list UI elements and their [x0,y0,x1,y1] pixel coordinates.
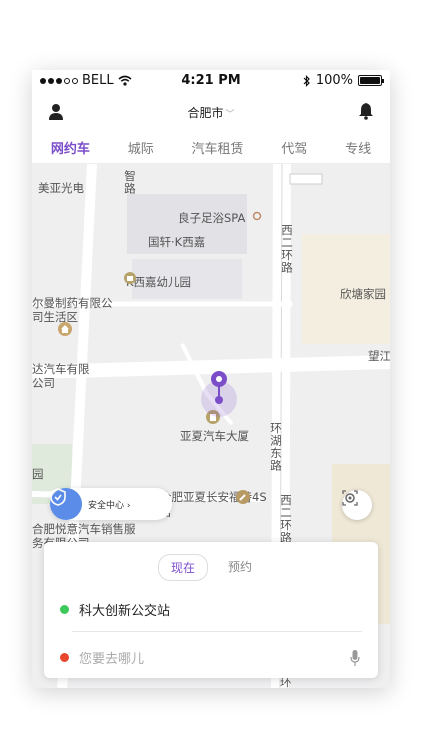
safety-center-label: 安全中心 [88,501,125,511]
road-huanhu: 环湖东路 [269,422,283,472]
mode-reserve[interactable]: 预约 [216,554,264,581]
city-label: 合肥市 [187,106,224,120]
poi-meiya: 美亚光电 [38,181,84,195]
chevron-down-icon: ﹀ [225,110,235,120]
poi-yuan: 园 [32,467,44,481]
bluetooth-icon [303,74,310,87]
destination-placeholder: 您要去哪儿 [79,651,145,667]
service-tabs: 网约车 城际 汽车租赁 代驾 专线 [32,132,390,164]
poi-yaxia-building: 亚夏汽车大厦 [180,429,249,443]
battery-percent: 100% [315,73,353,88]
pickup-field[interactable]: 科大创新公交站 [60,594,362,624]
microphone-icon[interactable] [350,650,360,666]
notification-bell-icon[interactable] [358,102,374,120]
crosshair-icon [342,490,358,506]
road-xier: 西二环路 [280,224,294,274]
poi-xintang: 欣塘家园 [340,287,386,301]
chevron-right-icon: › [126,501,131,511]
app-header: 合肥市 ﹀ [32,92,390,132]
status-bar: BELL 4:21 PM 100% [32,70,390,92]
tab-ride-hailing[interactable]: 网约车 [45,138,96,157]
destination-dot-icon [60,652,69,662]
pickup-location: 科大创新公交站 [79,603,171,619]
road-xier-2: 西二环路 [279,494,293,544]
city-selector[interactable]: 合肥市 ﹀ [32,104,390,121]
school-icon [124,272,136,284]
shield-icon [50,488,82,520]
poi-guoxuan: 国轩·K西嘉 [148,235,206,249]
tab-designated-driver[interactable]: 代驾 [275,138,313,157]
poi-wang: 望江 [368,349,390,363]
pickup-location-pin-icon [201,371,237,417]
safety-center-button[interactable]: 安全中心 › [50,488,172,520]
mode-now[interactable]: 现在 [157,554,208,581]
road-zhi: 智路 [123,170,137,195]
poi-liangzi-spa: 良子足浴SPA [178,211,246,225]
tab-intercity[interactable]: 城际 [122,138,160,157]
home-poi-icon [58,322,72,336]
trip-booking-card: 现在 预约 科大创新公交站 您要去哪儿 [44,542,378,678]
pickup-dot-icon [60,604,69,614]
poi-hefei-4s: 合肥亚夏长安福特4S店 [160,490,267,519]
spa-poi-icon [252,211,262,221]
phone-screen: BELL 4:21 PM 100% 合肥市 ﹀ 网约车 城际 汽车租赁 代驾 专… [32,70,390,688]
poi-auto-company: 达汽车有限公司 [32,362,90,390]
time-mode-switch: 现在 预约 [44,554,378,581]
poi-pharma: 尔曼制药有限公司生活区 [32,296,113,324]
destination-field[interactable]: 您要去哪儿 [60,642,362,672]
battery-icon [358,75,384,86]
tab-special-line[interactable]: 专线 [339,138,377,157]
locate-me-button[interactable] [342,490,372,520]
wrench-poi-icon [236,490,250,504]
divider [72,631,362,632]
tab-car-rental[interactable]: 汽车租赁 [185,138,249,157]
